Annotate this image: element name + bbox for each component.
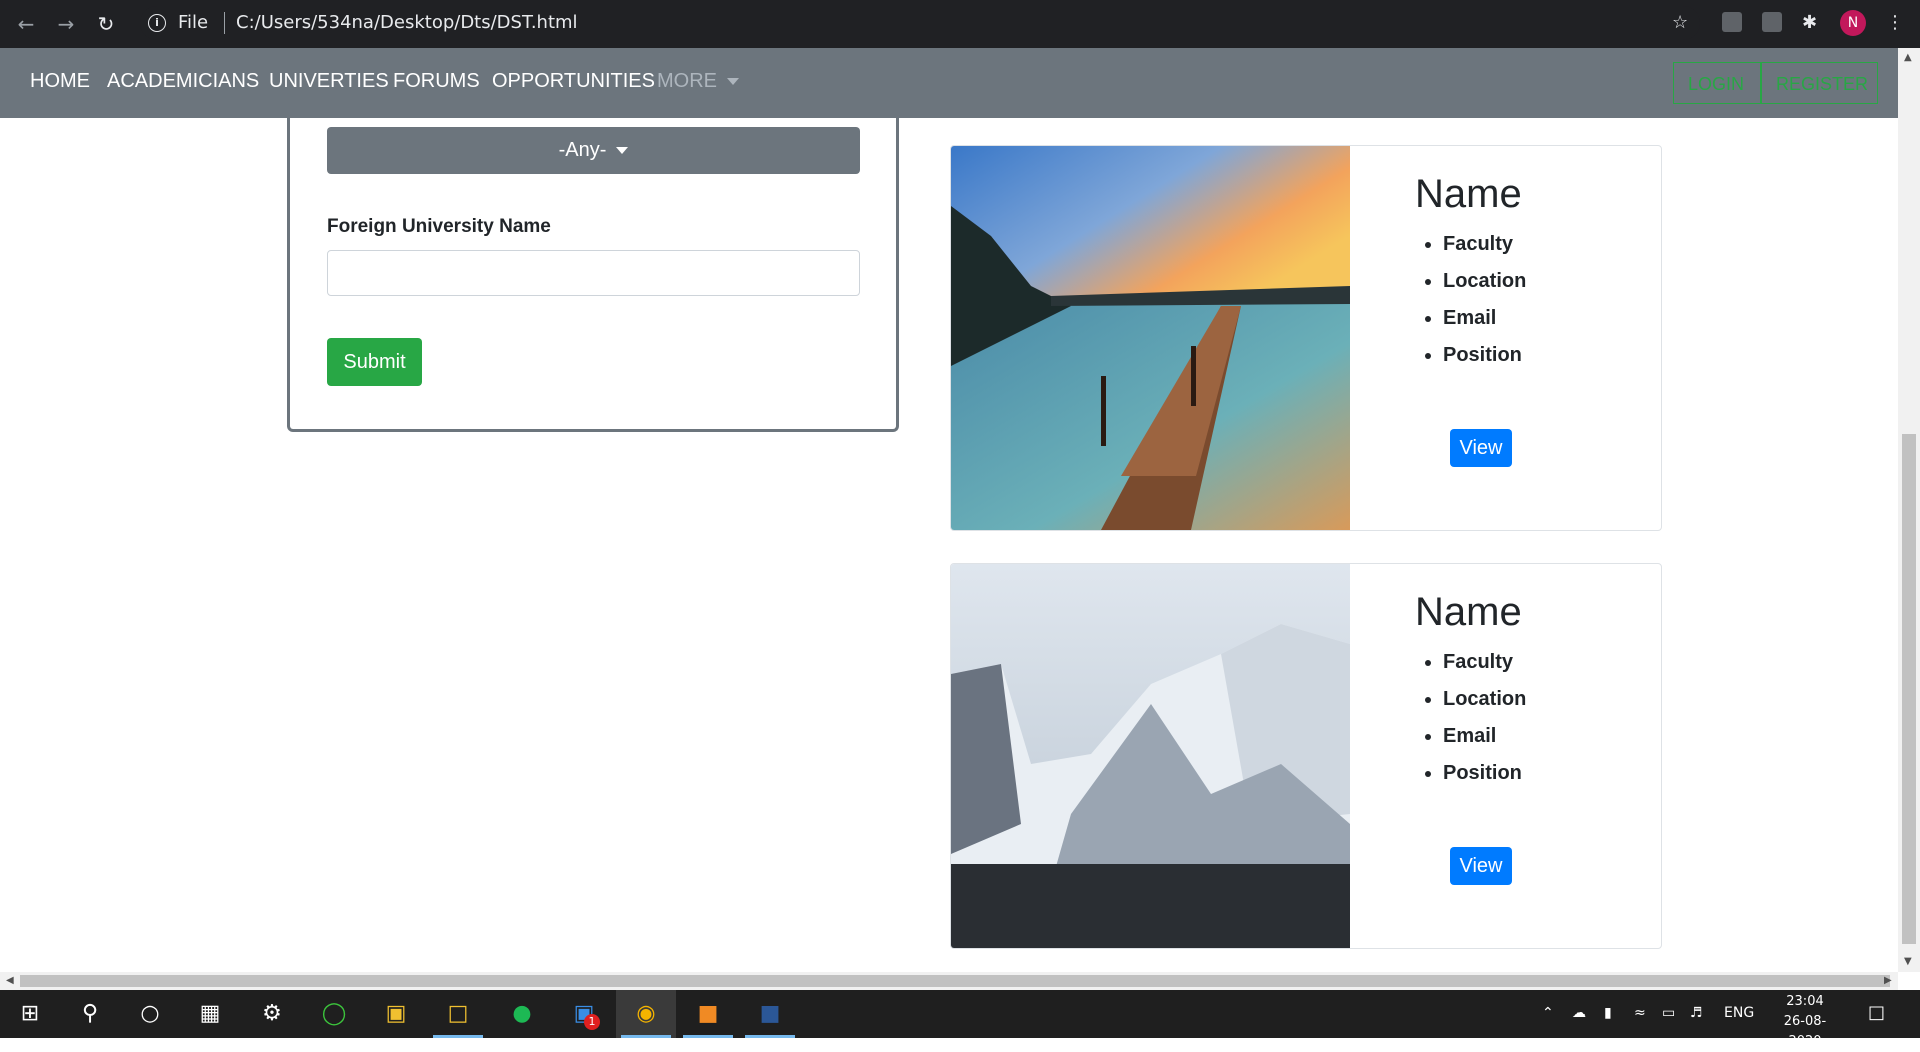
clock-time: 23:04 bbox=[1786, 994, 1824, 1009]
clock-date: 26-08-2020 bbox=[1783, 1014, 1827, 1049]
academician-card: Name Faculty Location Email Position Vie… bbox=[950, 145, 1662, 531]
view-button[interactable]: View bbox=[1450, 847, 1512, 885]
chevron-down-icon bbox=[616, 147, 629, 155]
microphone-icon[interactable]: ▮ bbox=[1604, 1005, 1612, 1021]
word-icon[interactable]: ■ bbox=[756, 1000, 784, 1028]
forward-icon[interactable]: → bbox=[52, 10, 80, 38]
browser-toolbar: ← → ↻ i File C:/Users/534na/Desktop/Dts/… bbox=[0, 0, 1920, 48]
list-item: Location bbox=[1443, 681, 1526, 718]
back-icon[interactable]: ← bbox=[12, 10, 40, 38]
scroll-up-icon[interactable]: ▲ bbox=[1904, 52, 1912, 63]
file-label: File bbox=[178, 12, 209, 33]
list-item: Location bbox=[1443, 263, 1526, 300]
notifications-icon[interactable]: □ bbox=[1868, 1002, 1885, 1023]
login-button[interactable]: LOGIN bbox=[1673, 62, 1761, 104]
reload-icon[interactable]: ↻ bbox=[92, 10, 120, 38]
university-label: Foreign University Name bbox=[327, 216, 551, 237]
scrollbar-thumb[interactable] bbox=[1902, 434, 1916, 944]
settings-gear-icon[interactable]: ⚙ bbox=[258, 1000, 286, 1028]
snowy-mountains-image bbox=[951, 564, 1350, 948]
windows-taskbar: ⊞ ⚲ ○ ▦ ⚙ ◯ ▣ □ ● ▣ 1 ◉ ■ ■ ⌃ ☁ ▮ ≈ ▭ ♬ … bbox=[0, 990, 1920, 1049]
menu-kebab-icon[interactable]: ⋮ bbox=[1886, 12, 1904, 33]
wifi-icon[interactable]: ≈ bbox=[1634, 1005, 1646, 1021]
register-button[interactable]: REGISTER bbox=[1761, 62, 1878, 104]
scrollbar-thumb[interactable] bbox=[20, 975, 1890, 987]
task-view-icon[interactable]: ▦ bbox=[196, 1000, 224, 1028]
url-separator bbox=[224, 12, 225, 34]
language-indicator[interactable]: ENG bbox=[1724, 1005, 1754, 1021]
notification-badge: 1 bbox=[584, 1014, 600, 1030]
scroll-down-icon[interactable]: ▼ bbox=[1904, 956, 1912, 967]
url-text[interactable]: C:/Users/534na/Desktop/Dts/DST.html bbox=[236, 12, 578, 33]
bookmark-star-icon[interactable]: ☆ bbox=[1672, 12, 1688, 33]
extension-icon[interactable] bbox=[1722, 12, 1742, 32]
spotify-icon[interactable]: ● bbox=[508, 1000, 536, 1028]
view-button[interactable]: View bbox=[1450, 429, 1512, 467]
file-explorer-icon[interactable]: □ bbox=[444, 1000, 472, 1028]
nav-academicians[interactable]: ACADEMICIANS bbox=[107, 70, 259, 93]
vertical-scrollbar[interactable]: ▲ ▼ bbox=[1898, 48, 1920, 972]
nav-home[interactable]: HOME bbox=[30, 70, 90, 93]
list-item: Position bbox=[1443, 337, 1526, 374]
onedrive-icon[interactable]: ☁ bbox=[1572, 1005, 1586, 1021]
puzzle-icon[interactable]: ✱ bbox=[1802, 12, 1817, 33]
cortana-icon[interactable]: ○ bbox=[136, 1000, 164, 1028]
card-name: Name bbox=[1415, 172, 1522, 216]
lake-pier-image bbox=[951, 146, 1350, 530]
chrome-icon[interactable]: ◉ bbox=[632, 1000, 660, 1028]
horizontal-scrollbar[interactable]: ◀ ▶ bbox=[0, 972, 1898, 990]
loading-ring-icon[interactable]: ◯ bbox=[320, 1000, 348, 1028]
system-clock[interactable]: 23:04 26-08-2020 bbox=[1770, 992, 1840, 1052]
list-item: Faculty bbox=[1443, 644, 1526, 681]
university-name-input[interactable] bbox=[327, 250, 860, 296]
address-bar[interactable]: i File C:/Users/534na/Desktop/Dts/DST.ht… bbox=[140, 6, 1700, 40]
windows-start-icon[interactable]: ⊞ bbox=[16, 1000, 44, 1028]
list-item: Email bbox=[1443, 718, 1526, 755]
card-details-list: Faculty Location Email Position bbox=[1421, 226, 1526, 374]
list-item: Faculty bbox=[1443, 226, 1526, 263]
academician-card: Name Faculty Location Email Position Vie… bbox=[950, 563, 1662, 949]
submit-button[interactable]: Submit bbox=[327, 338, 422, 386]
search-icon[interactable]: ⚲ bbox=[76, 1000, 104, 1028]
battery-icon[interactable]: ▭ bbox=[1662, 1005, 1675, 1021]
list-item: Email bbox=[1443, 300, 1526, 337]
site-navbar: HOME ACADEMICIANS UNIVERTIES FORUMS OPPO… bbox=[0, 48, 1898, 118]
dropdown-value: -Any- bbox=[558, 139, 607, 161]
extension-icon[interactable] bbox=[1762, 12, 1782, 32]
filter-dropdown[interactable]: -Any- bbox=[327, 127, 860, 174]
sublime-text-icon[interactable]: ■ bbox=[694, 1000, 722, 1028]
profile-avatar[interactable]: N bbox=[1840, 10, 1866, 36]
chevron-up-icon[interactable]: ⌃ bbox=[1542, 1005, 1554, 1021]
card-details-list: Faculty Location Email Position bbox=[1421, 644, 1526, 792]
scroll-left-icon[interactable]: ◀ bbox=[6, 975, 14, 986]
list-item: Position bbox=[1443, 755, 1526, 792]
card-name: Name bbox=[1415, 590, 1522, 634]
store-icon[interactable]: ▣ bbox=[382, 1000, 410, 1028]
info-icon[interactable]: i bbox=[148, 14, 166, 32]
scroll-right-icon[interactable]: ▶ bbox=[1884, 975, 1892, 986]
volume-icon[interactable]: ♬ bbox=[1690, 1005, 1703, 1021]
